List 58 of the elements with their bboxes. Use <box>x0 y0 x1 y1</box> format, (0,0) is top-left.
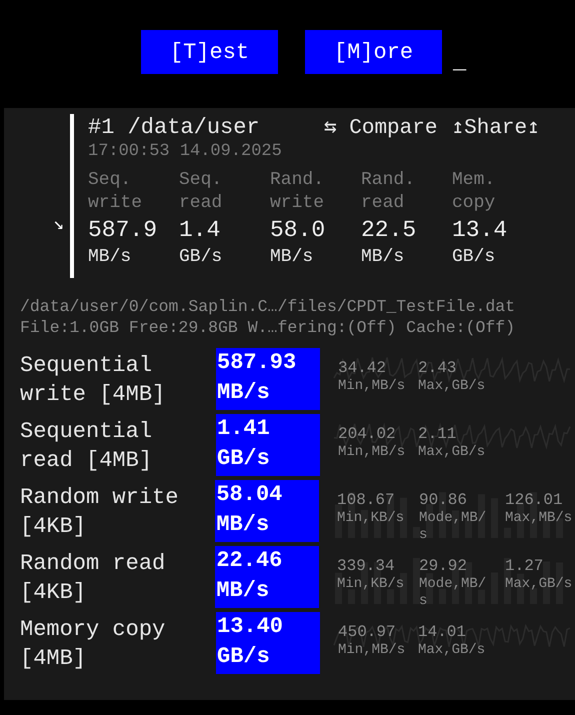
stat-label: Mode,MB/s <box>419 510 486 544</box>
stat-label: Min,MB/s <box>338 642 406 659</box>
file-path: /data/user/0/com.Saplin.C…/files/CPDT_TestFile.dat <box>20 296 516 317</box>
stat-value: 2.43 <box>418 358 458 378</box>
test-name: Sequential write [4MB] <box>20 352 166 409</box>
menu-button[interactable]: [T]est <box>141 30 278 74</box>
stat-value: 14.01 <box>418 622 468 642</box>
stat-value: 90.86 <box>419 490 468 510</box>
test-result: 587.93 MB/s <box>216 348 320 410</box>
stat-value: 2.11 <box>418 424 458 444</box>
summary-unit: GB/s <box>452 246 496 269</box>
summary-value: 587.9 <box>88 216 158 245</box>
compare-button[interactable]: ⇆ Compare <box>324 114 438 140</box>
summary-unit: MB/s <box>270 246 314 269</box>
stat-value: 204.02 <box>338 424 397 444</box>
summary-unit: GB/s <box>179 246 224 269</box>
stat-value: 450.97 <box>338 622 397 642</box>
stat-label: Max,MB/s <box>505 510 572 527</box>
summary-unit: MB/s <box>88 246 132 269</box>
summary-label: Seq. write <box>88 169 144 215</box>
summary-label: Rand. read <box>361 169 416 215</box>
result-title: #1 /data/user <box>88 115 261 140</box>
stat-label: Min,MB/s <box>338 378 406 395</box>
stat-label: Max,GB/s <box>505 576 572 593</box>
file-info: File:1.0GB Free:29.8GB W.…fering:(Off) Cache:(Off) <box>20 317 516 338</box>
stat-label: Min,MB/s <box>338 444 406 461</box>
stat-value: 1.27 <box>505 556 544 576</box>
stat-value: 108.67 <box>337 490 396 510</box>
menu-button[interactable]: [M]ore <box>305 30 442 74</box>
stat-label: Min,KB/s <box>337 576 404 593</box>
stat-value: 34.42 <box>338 358 388 378</box>
stat-value: 126.01 <box>505 490 564 510</box>
test-name: Sequential read [4MB] <box>20 418 154 475</box>
summary-label: Mem. copy <box>452 169 496 215</box>
test-result: 1.41 GB/s <box>216 414 320 476</box>
test-name: Random read [4KB] <box>20 550 166 607</box>
text-cursor: _ <box>453 52 466 74</box>
stat-label: Min,KB/s <box>337 510 404 527</box>
summary-value: 13.4 <box>452 216 508 245</box>
share-button[interactable]: ↥Share↥ <box>451 114 540 140</box>
test-result: 22.46 MB/s <box>215 546 319 608</box>
test-name: Random write [4KB] <box>20 484 180 541</box>
stat-value: 29.92 <box>419 556 468 576</box>
summary-label: Rand. write <box>270 169 326 215</box>
test-result: 58.04 MB/s <box>215 480 319 542</box>
summary-value: 58.0 <box>270 216 326 245</box>
stat-label: Mode,MB/s <box>419 576 486 610</box>
summary-value: 22.5 <box>361 216 418 245</box>
summary-unit: MB/s <box>361 246 406 269</box>
stat-value: 339.34 <box>337 556 396 576</box>
test-result: 13.40 GB/s <box>216 612 320 674</box>
timestamp: 17:00:53 14.09.2025 <box>88 142 283 161</box>
summary-label: Seq. read <box>179 169 224 215</box>
summary-value: 1.4 <box>179 216 222 245</box>
stat-label: Max,GB/s <box>418 378 486 395</box>
test-name: Memory copy [4MB] <box>20 616 166 673</box>
stat-label: Max,GB/s <box>418 642 486 659</box>
stat-label: Max,GB/s <box>418 444 486 461</box>
